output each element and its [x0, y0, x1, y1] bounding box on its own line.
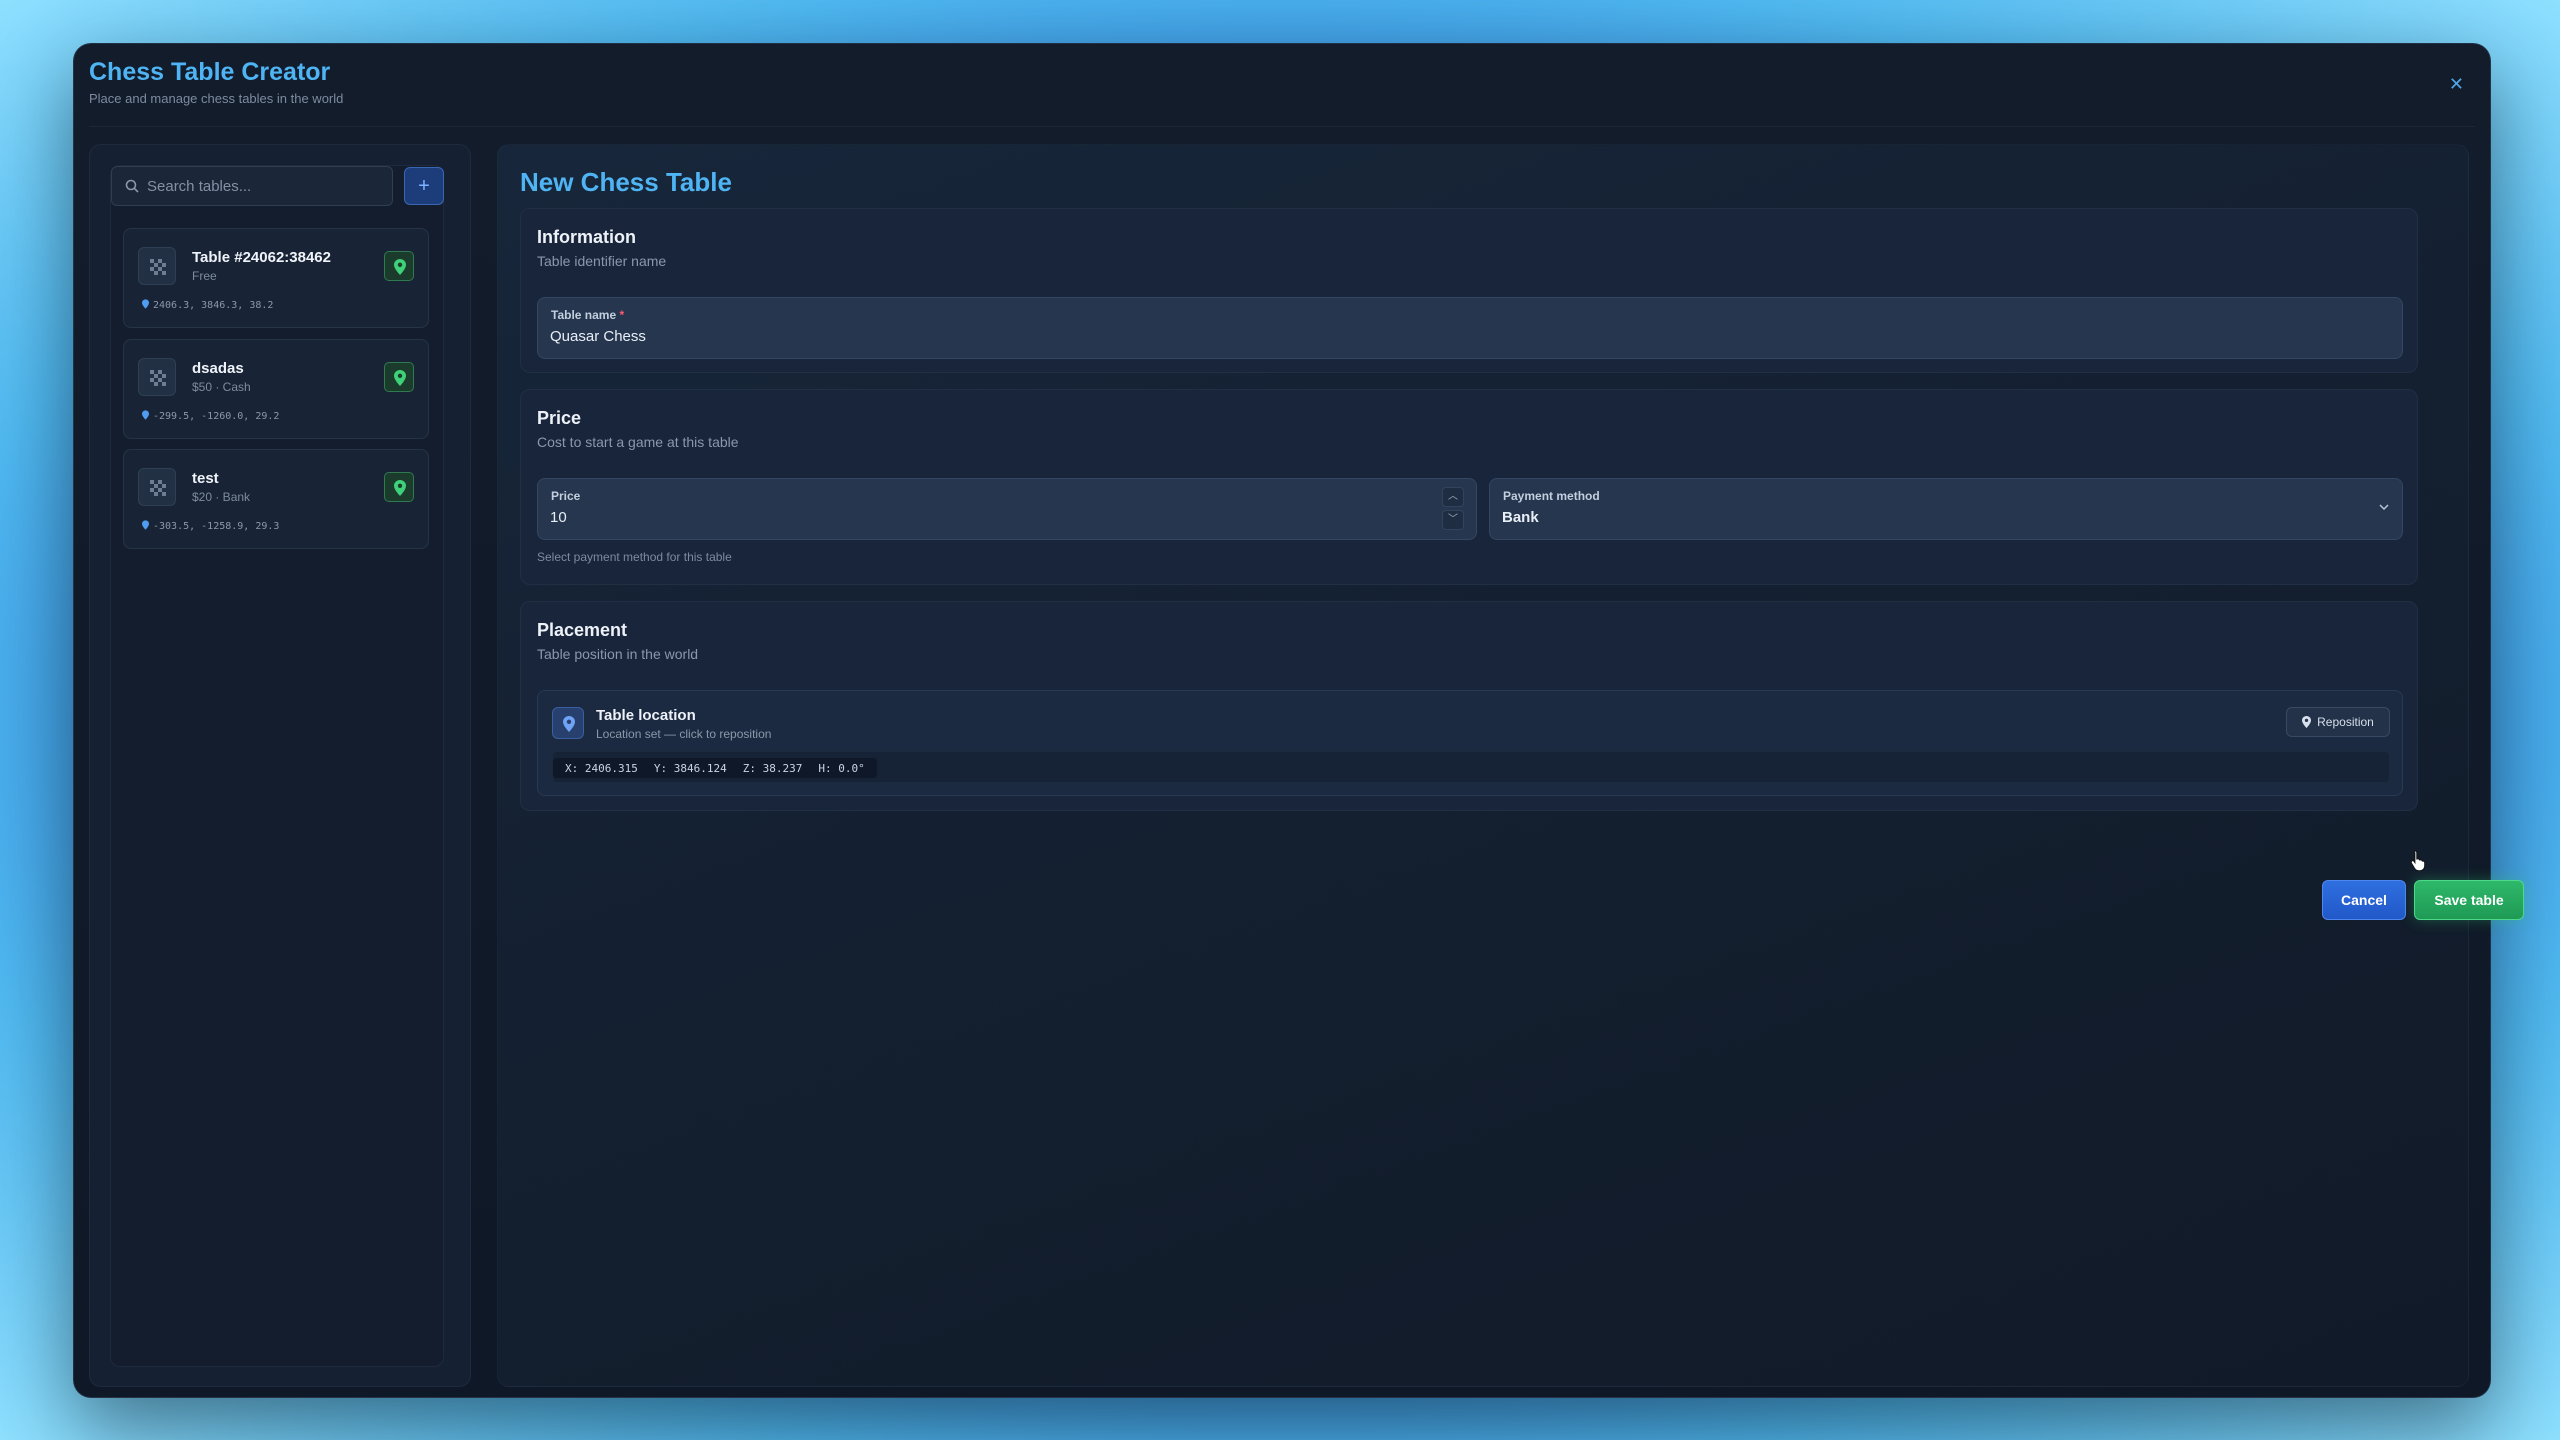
decrement-button[interactable]: ﹀ [1442, 510, 1464, 530]
payment-method-label: Payment method [1503, 489, 1600, 503]
main-panel: New Chess Table Information Table identi… [497, 144, 2524, 1387]
page-title: New Chess Table [520, 167, 732, 197]
table-card-price: $50 · Cash [192, 380, 251, 394]
app-window: Chess Table Creator Place and manage che… [73, 43, 2524, 1398]
coordinates-bar: X: 2406.315 Y: 3846.124 Z: 38.237 H: 0.0… [552, 751, 2390, 783]
map-pin-icon [142, 410, 149, 420]
table-list-panel: + Table #24062:38462 Free 2406.3, 3846.3… [110, 165, 444, 1367]
app-subtitle: Place and manage chess tables in the wor… [89, 91, 344, 106]
increment-button[interactable]: ︿ [1442, 487, 1464, 507]
reposition-label: Reposition [2317, 715, 2374, 729]
table-card-name: Table #24062:38462 [192, 249, 331, 266]
table-card[interactable]: Table #24062:38462 Free 2406.3, 3846.3, … [123, 228, 429, 328]
save-table-button[interactable]: Save table [2414, 880, 2524, 920]
map-pin-icon [394, 480, 406, 496]
information-section: Information Table identifier name Table … [520, 208, 2418, 373]
section-subtitle: Table identifier name [537, 253, 667, 269]
search-icon [125, 179, 139, 193]
section-title: Price [537, 408, 582, 428]
search-input[interactable] [147, 167, 387, 205]
header-divider [89, 126, 2475, 127]
coord-x: X: 2406.315 [565, 761, 638, 775]
table-name-input[interactable] [550, 328, 2228, 345]
location-title: Table location [596, 707, 696, 724]
teleport-location-button[interactable] [384, 362, 414, 392]
location-subtitle: Location set — click to reposition [596, 727, 772, 741]
table-card-name: test [192, 470, 219, 487]
search-box [111, 166, 393, 206]
payment-help-text: Select payment method for this table [537, 550, 732, 564]
reposition-button[interactable]: Reposition [2286, 707, 2390, 737]
app-title: Chess Table Creator [89, 58, 331, 86]
table-card-price: $20 · Bank [192, 490, 251, 504]
table-card[interactable]: dsadas $50 · Cash -299.5, -1260.0, 29.2 [123, 339, 429, 439]
section-title: Information [537, 227, 636, 247]
map-pin-icon [142, 520, 149, 530]
chessboard-icon [138, 468, 176, 506]
section-subtitle: Table position in the world [537, 646, 699, 662]
table-card-coords: -303.5, -1258.9, 29.3 [142, 520, 279, 532]
sidebar: + Table #24062:38462 Free 2406.3, 3846.3… [89, 144, 471, 1387]
price-field: Price ︿ ﹀ [537, 478, 1477, 540]
map-pin-icon [394, 370, 406, 386]
required-marker: * [619, 308, 625, 322]
chessboard-icon [138, 358, 176, 396]
table-card[interactable]: test $20 · Bank -303.5, -1258.9, 29.3 [123, 449, 429, 549]
map-pin-icon [394, 259, 406, 275]
coord-y: Y: 3846.124 [653, 761, 727, 775]
price-label: Price [551, 489, 581, 503]
map-pin-icon [142, 299, 149, 309]
cancel-button[interactable]: Cancel [2322, 880, 2406, 920]
section-subtitle: Cost to start a game at this table [537, 434, 739, 450]
payment-method-select[interactable]: Payment method Bank [1489, 478, 2403, 540]
coord-heading: H: 0.0° [818, 761, 865, 775]
table-card-coords: 2406.3, 3846.3, 38.2 [142, 299, 273, 311]
teleport-location-button[interactable] [384, 251, 414, 281]
map-pin-icon [2302, 716, 2312, 728]
table-name-field: Table name * [537, 297, 2403, 359]
coordinates-readout: X: 2406.315 Y: 3846.124 Z: 38.237 H: 0.0… [553, 758, 877, 778]
close-icon[interactable]: ✕ [2449, 74, 2464, 95]
price-stepper[interactable]: ︿ ﹀ [1442, 487, 1464, 531]
payment-method-value: Bank [1502, 509, 1539, 526]
placement-section: Placement Table position in the world Ta… [520, 601, 2418, 811]
chessboard-icon [138, 247, 176, 285]
table-location-box: Table location Location set — click to r… [537, 690, 2403, 796]
chevron-down-icon [2379, 504, 2389, 511]
location-pin-icon [552, 707, 584, 739]
teleport-location-button[interactable] [384, 472, 414, 502]
table-card-name: dsadas [192, 360, 244, 377]
table-name-label: Table name * [551, 308, 625, 322]
table-card-coords: -299.5, -1260.0, 29.2 [142, 410, 279, 422]
table-card-price: Free [192, 269, 217, 283]
price-input[interactable] [550, 509, 1348, 526]
price-section: Price Cost to start a game at this table… [520, 389, 2418, 585]
coord-z: Z: 38.237 [742, 761, 803, 775]
add-table-button[interactable]: + [404, 167, 444, 205]
section-title: Placement [537, 620, 628, 640]
